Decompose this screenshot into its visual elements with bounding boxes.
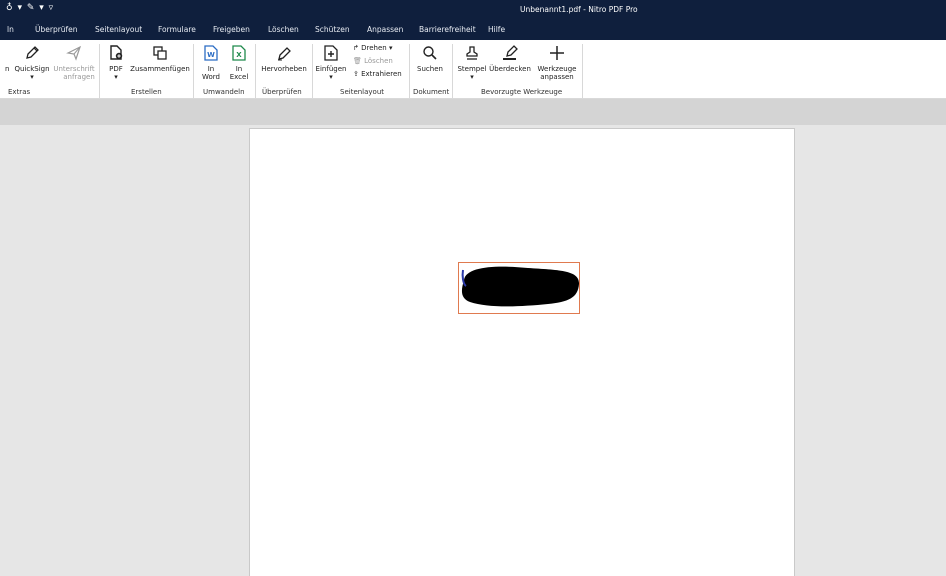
word-icon: W <box>199 44 223 62</box>
menu-item-schuetzen[interactable]: Schützen <box>315 25 350 34</box>
menu-item-barrierefreiheit[interactable]: Barrierefreiheit <box>419 25 476 34</box>
combine-label: Zusammenfügen <box>130 65 190 73</box>
separator <box>193 44 194 98</box>
stamp-label: Stempel ▾ <box>457 65 487 81</box>
menu-item-freigeben[interactable]: Freigeben <box>213 25 250 34</box>
dropdown-arrow-icon: ▾ <box>470 73 474 81</box>
group-label-ueberpruefen: Überprüfen <box>262 88 302 96</box>
extract-button[interactable]: ⇪ Extrahieren <box>353 70 402 78</box>
separator <box>452 44 453 98</box>
menu-item-hilfe[interactable]: Hilfe <box>488 25 505 34</box>
redact-button[interactable]: Überdecken <box>488 40 532 88</box>
menu-item-cutoff[interactable]: ln <box>7 25 14 34</box>
extract-label: Extrahieren <box>361 70 402 78</box>
dropdown-arrow-icon: ▾ <box>388 44 393 52</box>
customize-tools-button[interactable]: Werkzeuge anpassen <box>535 40 579 88</box>
to-excel-label: In Excel <box>229 65 249 81</box>
separator <box>582 44 583 98</box>
search-button[interactable]: Suchen <box>413 40 447 88</box>
window-title: Unbenannt1.pdf - Nitro PDF Pro <box>520 5 638 14</box>
menu-item-seitenlayout[interactable]: Seitenlayout <box>95 25 142 34</box>
to-word-button[interactable]: W In Word <box>199 40 223 88</box>
highlight-button[interactable]: Hervorheben <box>258 40 310 88</box>
menu-item-loeschen[interactable]: Löschen <box>268 25 299 34</box>
highlight-label: Hervorheben <box>261 65 307 73</box>
insert-label: Einfügen ▾ <box>315 65 347 81</box>
trash-icon: 🗑 <box>353 57 362 65</box>
excel-icon: X <box>226 44 252 62</box>
separator <box>255 44 256 98</box>
new-pdf-icon <box>104 44 128 62</box>
combine-icon <box>129 44 191 62</box>
stamp-button[interactable]: Stempel ▾ <box>456 40 488 88</box>
menu-bar: ln Überprüfen Seitenlayout Formulare Fre… <box>0 19 946 40</box>
quick-access-toolbar[interactable]: ♁ ▾ ✎ ▾ ▿ <box>6 3 54 13</box>
ribbon: n QuickSign ▾ Unterschrift anfragen Extras… <box>0 40 946 99</box>
document-tab-strip <box>0 99 946 125</box>
dropdown-arrow-icon: ▾ <box>114 73 118 81</box>
group-label-erstellen: Erstellen <box>131 88 162 96</box>
to-word-label: In Word <box>202 65 220 81</box>
delete-pages-label: Löschen <box>364 57 393 65</box>
separator <box>99 44 100 98</box>
stamp-icon <box>456 44 488 62</box>
group-label-dokument: Dokument <box>413 88 450 96</box>
delete-pages-button[interactable]: 🗑 Löschen <box>353 57 393 65</box>
rotate-button[interactable]: ↱ Drehen ▾ <box>353 44 392 52</box>
quicksign-button[interactable]: QuickSign ▾ <box>12 40 52 88</box>
group-label-umwandeln: Umwandeln <box>203 88 245 96</box>
extract-icon: ⇪ <box>353 70 359 78</box>
pdf-page[interactable] <box>249 128 795 576</box>
redact-pen-icon <box>488 44 532 62</box>
highlighter-icon <box>258 44 310 62</box>
title-bar: ♁ ▾ ✎ ▾ ▿ Unbenannt1.pdf - Nitro PDF Pro <box>0 0 946 19</box>
svg-text:X: X <box>236 51 242 59</box>
quicksign-label: QuickSign ▾ <box>14 65 50 81</box>
menu-item-anpassen[interactable]: Anpassen <box>367 25 403 34</box>
combine-button[interactable]: Zusammenfügen <box>129 40 191 88</box>
rotate-label: Drehen <box>361 44 387 52</box>
pen-icon <box>12 44 52 62</box>
insert-page-icon <box>314 44 348 62</box>
rotate-icon: ↱ <box>353 44 359 52</box>
customize-tools-label: Werkzeuge anpassen <box>537 65 577 81</box>
create-pdf-button[interactable]: PDF ▾ <box>104 40 128 88</box>
group-label-seitenlayout: Seitenlayout <box>340 88 385 96</box>
group-label-extras: Extras <box>8 88 31 96</box>
separator <box>312 44 313 98</box>
to-excel-button[interactable]: X In Excel <box>226 40 252 88</box>
plus-icon <box>535 44 579 62</box>
menu-item-ueberpruefen[interactable]: Überprüfen <box>35 25 78 34</box>
svg-text:W: W <box>207 51 215 59</box>
redact-label: Überdecken <box>489 65 531 73</box>
separator <box>409 44 410 98</box>
search-label: Suchen <box>417 65 443 73</box>
dropdown-arrow-icon: ▾ <box>329 73 333 81</box>
create-pdf-label: PDF ▾ <box>109 65 123 81</box>
menu-item-formulare[interactable]: Formulare <box>158 25 196 34</box>
request-signature-label: Unterschrift anfragen <box>53 65 95 81</box>
request-signature-button[interactable]: Unterschrift anfragen <box>50 40 98 88</box>
dropdown-arrow-icon: ▾ <box>30 73 34 81</box>
group-label-bevorzugte-werkzeuge: Bevorzugte Werkzeuge <box>481 88 563 96</box>
insert-button[interactable]: Einfügen ▾ <box>314 40 348 88</box>
selection-box[interactable] <box>458 262 580 314</box>
search-icon <box>413 44 447 62</box>
send-icon <box>50 44 98 62</box>
